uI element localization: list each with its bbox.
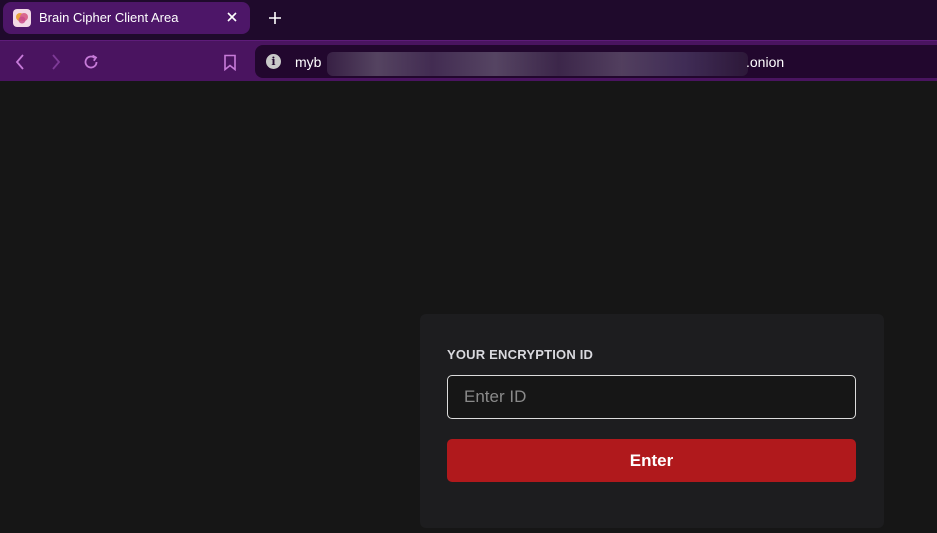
url-text-prefix: myb [295,54,322,70]
address-bar[interactable]: i myb .onion [255,45,937,78]
url-text-suffix: .onion [746,54,785,70]
encryption-id-label: YOUR ENCRYPTION ID [447,347,594,362]
enter-button[interactable]: Enter [447,439,856,482]
chevron-right-icon[interactable] [45,51,67,73]
browser-tab-active[interactable]: Brain Cipher Client Area [3,2,250,34]
reload-icon[interactable] [80,51,102,73]
close-icon[interactable] [223,8,241,26]
encryption-id-form: YOUR ENCRYPTION ID Enter [420,314,884,528]
url-redaction [327,52,748,76]
plus-icon[interactable] [264,7,286,29]
bookmark-icon[interactable] [219,51,241,73]
encryption-id-input[interactable] [447,375,856,419]
browser-tab-strip: Brain Cipher Client Area [0,0,937,40]
brain-favicon-icon [13,9,31,27]
browser-toolbar: i myb .onion [0,40,937,81]
info-icon[interactable]: i [266,54,281,69]
chevron-left-icon[interactable] [9,51,31,73]
tab-title: Brain Cipher Client Area [39,10,179,25]
